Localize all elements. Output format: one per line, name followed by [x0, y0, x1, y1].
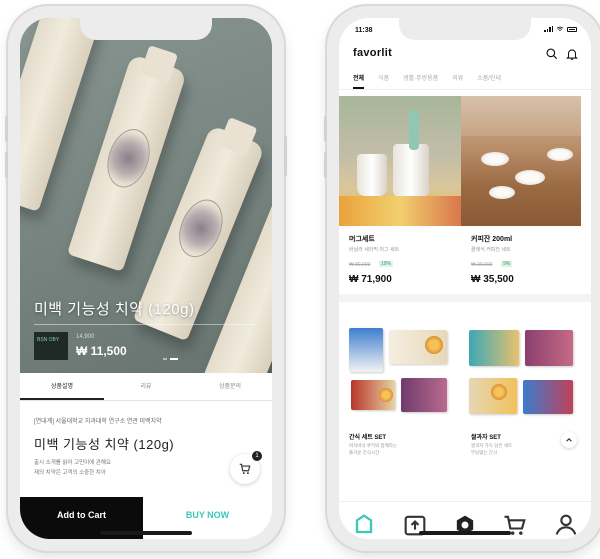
status-time: 11:38 — [355, 27, 373, 34]
category-tab[interactable]: 의류 — [452, 70, 463, 89]
product-original-price: ₩ 39,000 — [471, 262, 493, 268]
description-line: 제의 치약은 고객의 소중한 치아 — [34, 470, 106, 476]
chevron-up-icon — [566, 438, 572, 442]
product-price: ₩ 71,900 — [349, 274, 392, 285]
product-name[interactable]: 커피잔 200ml — [471, 234, 512, 244]
discount-badge: 9% — [501, 261, 513, 267]
set-description: 부담없는 간식 — [471, 450, 498, 455]
home-icon[interactable] — [350, 511, 378, 539]
product-price: ₩ 35,500 — [471, 274, 514, 285]
power-button — [284, 136, 287, 176]
category-tab[interactable]: 식품 — [378, 70, 389, 89]
scroll-top-button[interactable] — [561, 432, 577, 448]
tab-reviews[interactable]: 리뷰 — [104, 373, 188, 400]
cart-count-badge: 1 — [252, 451, 262, 461]
divider — [34, 324, 258, 325]
product-title: 미백 기능성 치약 (120g) — [34, 437, 175, 452]
carousel-dots[interactable] — [163, 358, 178, 360]
section-divider — [339, 294, 591, 302]
volume-button — [324, 152, 327, 178]
home-indicator — [419, 531, 511, 535]
home-indicator — [100, 531, 192, 535]
home-screen: 11:38 favorlit 전체 식품 생활·주방용품 의류 소품/인테 머그… — [339, 18, 591, 539]
set-description: 바삭바삭 쿠키와 함께하는 — [349, 443, 398, 448]
app-header: favorlit — [339, 42, 591, 66]
set-description: 즐거운 간식시간 — [349, 450, 380, 455]
tab-inquiry[interactable]: 상품문의 — [188, 373, 272, 400]
floating-cart-button[interactable]: 1 — [230, 451, 262, 484]
set-name[interactable]: 쌀과자 SET — [471, 432, 501, 441]
mockup-stage: 미백 기능성 치약 (120g) BSN OBY 14,900 ₩ 11,500… — [0, 0, 600, 559]
notch — [399, 18, 531, 40]
category-tab[interactable]: 생활·주방용품 — [403, 70, 438, 89]
wifi-icon — [556, 26, 564, 32]
detail-screen: 미백 기능성 치약 (120g) BSN OBY 14,900 ₩ 11,500… — [20, 18, 272, 539]
bell-icon[interactable] — [565, 47, 579, 61]
volume-button — [5, 116, 8, 142]
notch — [80, 18, 212, 40]
sale-price: ₩ 11,500 — [76, 344, 127, 358]
product-original-price: ₩ 89,000 — [349, 262, 371, 268]
phone-product-detail: 미백 기능성 치약 (120g) BSN OBY 14,900 ₩ 11,500… — [5, 6, 287, 551]
product-name[interactable]: 머그세트 — [349, 234, 375, 244]
category-tab[interactable]: 전체 — [353, 70, 365, 89]
category-tabs: 전체 식품 생활·주방용품 의류 소품/인테 — [339, 70, 591, 90]
hero-product-title: 미백 기능성 치약 (120g) — [34, 301, 195, 318]
original-price: 14,900 — [76, 334, 95, 340]
signal-icon — [544, 26, 553, 32]
battery-icon — [567, 26, 577, 32]
app-logo[interactable]: favorlit — [353, 47, 392, 59]
profile-icon[interactable] — [552, 511, 580, 539]
product-image-coffee-cup[interactable] — [461, 96, 581, 226]
discount-badge: 19% — [379, 261, 394, 267]
set-name[interactable]: 간식 세트 SET — [349, 432, 386, 441]
search-icon[interactable] — [545, 47, 559, 61]
product-hero-image[interactable]: 미백 기능성 치약 (120g) BSN OBY 14,900 ₩ 11,500 — [20, 18, 272, 373]
product-description: 바닐라 세라믹 머그 세트 — [349, 247, 400, 253]
product-image-mug[interactable] — [339, 96, 461, 226]
product-subtitle: [연대계] 서울대학교 치과대학 연구소 연관 미백치약 — [34, 419, 162, 425]
volume-button — [5, 152, 8, 178]
detail-tabs: 상품설명 리뷰 상품문의 — [20, 373, 272, 401]
set-description: 쌀과자 가득 담은 세트 — [471, 443, 513, 448]
phone-home-feed: 11:38 favorlit 전체 식품 생활·주방용품 의류 소품/인테 머그… — [324, 6, 600, 551]
product-image-rice-cracker-set[interactable] — [465, 308, 579, 426]
category-tab[interactable]: 소품/인테 — [477, 70, 501, 89]
tab-description[interactable]: 상품설명 — [20, 373, 104, 400]
volume-button — [324, 116, 327, 142]
description-line: 출시 소개를 읽어 고민이에 관해요 — [34, 460, 111, 466]
product-image-snack-set[interactable] — [345, 308, 459, 426]
cart-icon — [239, 463, 251, 475]
product-description: 클래식 커피잔 세트 — [471, 247, 511, 253]
product-thumbnail[interactable]: BSN OBY — [34, 332, 68, 360]
